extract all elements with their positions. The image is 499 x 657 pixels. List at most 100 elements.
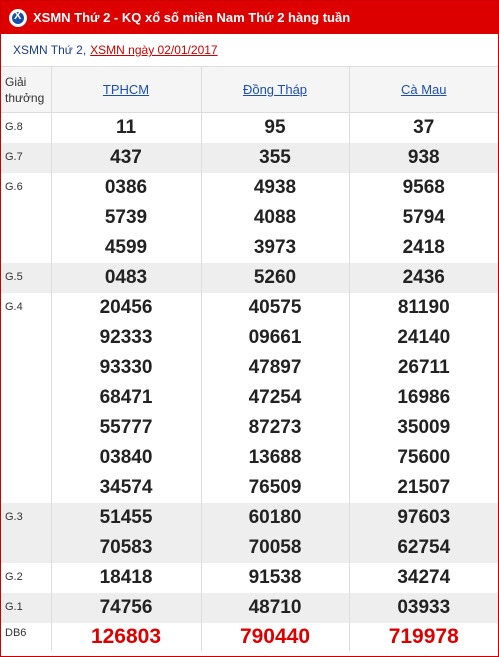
result-number: 21507 <box>397 477 451 498</box>
result-number: 34574 <box>99 477 153 498</box>
result-number: 09661 <box>248 327 302 348</box>
result-cell: 126803 <box>51 623 202 651</box>
prize-label: G.6 <box>1 173 52 263</box>
result-number: 18418 <box>99 567 153 588</box>
subtitle-prefix: XSMN Thứ 2, <box>13 43 87 57</box>
result-cell: 60180 70058 <box>201 503 350 563</box>
result-number: 126803 <box>90 625 162 648</box>
prize-row: DB6 126803 790440 719978 <box>1 623 498 651</box>
lottery-logo-icon <box>9 8 27 27</box>
result-number: 81190 <box>397 297 450 318</box>
result-number: 37 <box>413 117 435 138</box>
result-number: 97603 <box>397 507 451 528</box>
result-number: 62754 <box>397 537 451 558</box>
result-number: 51455 <box>99 507 153 528</box>
prize-label: DB6 <box>1 623 52 651</box>
prize-label: G.3 <box>1 503 52 563</box>
prize-row: G.7 437 355 938 <box>1 143 498 173</box>
province-header-tphcm[interactable]: TPHCM <box>51 67 202 113</box>
result-number: 5260 <box>253 267 297 288</box>
result-number: 13688 <box>248 447 302 468</box>
result-number: 34274 <box>397 567 451 588</box>
result-number: 437 <box>110 147 142 168</box>
result-cell: 719978 <box>349 623 498 651</box>
result-cell: 4938 4088 3973 <box>201 173 350 263</box>
prize-row: G.6 0386 5739 4599 4938 4088 3973 9568 5794 2418 <box>1 173 498 263</box>
result-number: 70583 <box>99 537 153 558</box>
result-cell: 5260 <box>201 263 350 293</box>
result-number: 68471 <box>99 387 153 408</box>
result-number: 16986 <box>397 387 451 408</box>
result-cell: 437 <box>51 143 202 173</box>
results-table: Giải thưởng TPHCM Đồng Tháp Cà Mau G.8 11… <box>1 67 498 651</box>
result-cell: 81190 24140 26711 16986 35009 75600 21507 <box>349 293 498 503</box>
result-number: 47254 <box>248 387 302 408</box>
result-number: 95 <box>264 117 286 138</box>
result-number: 47897 <box>248 357 302 378</box>
result-number: 4938 <box>253 177 297 198</box>
prize-row: G.8 11 95 37 <box>1 112 498 144</box>
subtitle-bar: XSMN Thứ 2, XSMN ngày 02/01/2017 <box>1 34 498 67</box>
result-cell: 03933 <box>349 593 498 623</box>
result-number: 75600 <box>397 447 451 468</box>
prize-label: G.2 <box>1 563 52 593</box>
prize-label: G.4 <box>1 293 52 503</box>
result-number: 5794 <box>402 207 445 228</box>
result-cell: 34274 <box>349 563 498 593</box>
province-header-ca-mau[interactable]: Cà Mau <box>349 67 498 113</box>
result-number: 938 <box>407 147 440 168</box>
result-number: 03933 <box>397 597 451 618</box>
result-cell: 40575 09661 47897 47254 87273 13688 76509 <box>201 293 350 503</box>
prize-row: G.5 0483 5260 2436 <box>1 263 498 293</box>
province-header-dong-thap[interactable]: Đồng Tháp <box>201 67 350 113</box>
prize-row: G.1 74756 48710 03933 <box>1 593 498 623</box>
date-link[interactable]: XSMN ngày 02/01/2017 <box>90 43 217 57</box>
result-number: 48710 <box>248 597 302 618</box>
prize-row: G.3 51455 70583 60180 70058 97603 62754 <box>1 503 498 563</box>
result-number: 24140 <box>397 327 451 348</box>
result-number: 87273 <box>248 417 302 438</box>
result-cell: 938 <box>349 143 498 173</box>
result-number: 11 <box>115 117 137 138</box>
result-number: 40575 <box>248 297 302 318</box>
result-number: 355 <box>259 147 291 168</box>
result-cell: 11 <box>51 112 202 143</box>
province-link[interactable]: Cà Mau <box>401 82 447 97</box>
result-cell: 48710 <box>201 593 350 623</box>
result-cell: 97603 62754 <box>349 503 498 563</box>
result-number: 35009 <box>397 417 451 438</box>
prize-column-header: Giải thưởng <box>1 67 52 113</box>
result-number: 70058 <box>248 537 302 558</box>
result-number: 719978 <box>388 625 459 648</box>
result-cell: 2436 <box>349 263 498 293</box>
results-widget: XSMN Thứ 2 - KQ xổ số miền Nam Thứ 2 hàn… <box>0 0 499 657</box>
prize-label: G.5 <box>1 263 52 293</box>
prize-row: G.2 18418 91538 34274 <box>1 563 498 593</box>
header-bar: XSMN Thứ 2 - KQ xổ số miền Nam Thứ 2 hàn… <box>1 1 498 34</box>
header-title: XSMN Thứ 2 - KQ xổ số miền Nam Thứ 2 hàn… <box>33 10 351 25</box>
result-number: 4088 <box>253 207 297 228</box>
province-link[interactable]: Đồng Tháp <box>243 82 307 97</box>
result-cell: 51455 70583 <box>51 503 202 563</box>
result-number: 5739 <box>104 207 148 228</box>
result-cell: 0483 <box>51 263 202 293</box>
result-number: 20456 <box>99 297 153 318</box>
result-number: 2436 <box>402 267 445 288</box>
result-number: 76509 <box>248 477 302 498</box>
result-cell: 18418 <box>51 563 202 593</box>
prize-row: G.4 20456 92333 93330 68471 55777 03840 34574 40… <box>1 293 498 503</box>
result-number: 03840 <box>99 447 153 468</box>
prize-label: G.8 <box>1 112 52 143</box>
result-number: 0483 <box>104 267 148 288</box>
result-number: 60180 <box>248 507 302 528</box>
result-cell: 37 <box>349 113 498 144</box>
prize-label: G.7 <box>1 143 52 173</box>
result-cell: 9568 5794 2418 <box>349 173 498 263</box>
result-number: 26711 <box>397 357 450 378</box>
result-number: 790440 <box>239 625 311 648</box>
result-cell: 74756 <box>51 593 202 623</box>
province-link[interactable]: TPHCM <box>103 82 149 97</box>
result-number: 55777 <box>99 417 153 438</box>
result-number: 3973 <box>253 237 297 258</box>
result-number: 91538 <box>248 567 302 588</box>
